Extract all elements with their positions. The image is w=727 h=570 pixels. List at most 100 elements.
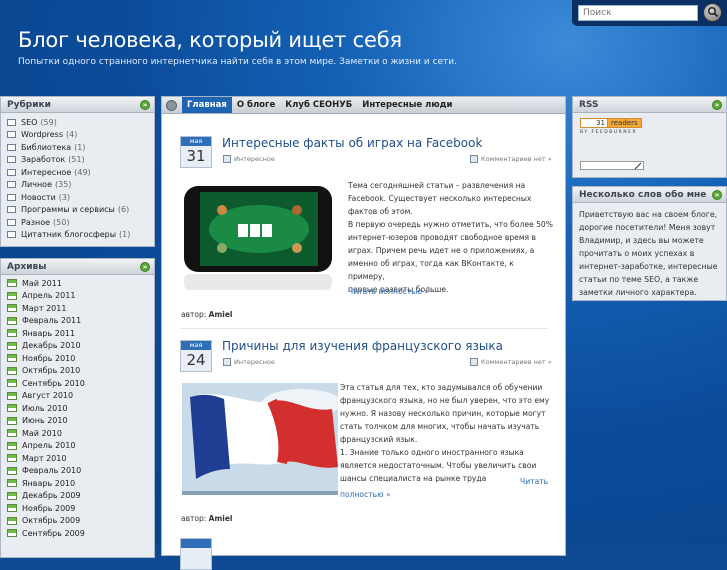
read-more-link[interactable]: Читать полностью »	[348, 285, 429, 298]
feedburner-badge[interactable]: 31 readers	[580, 118, 642, 128]
archive-label[interactable]: Сентябрь 2009	[22, 529, 85, 538]
archive-label[interactable]: Ноябрь 2009	[22, 504, 75, 513]
archive-item[interactable]: Январь 2010	[7, 477, 154, 490]
archive-label[interactable]: Июль 2010	[22, 404, 67, 413]
readers-count: 31	[580, 118, 608, 128]
archive-item[interactable]: Ноябрь 2009	[7, 502, 154, 515]
rss-subscribe-field[interactable]	[580, 161, 644, 170]
rubric-label[interactable]: Разное	[21, 218, 50, 227]
archive-item[interactable]: Май 2010	[7, 427, 154, 440]
archive-label[interactable]: Сентябрь 2010	[22, 379, 85, 388]
rubric-label[interactable]: Новости	[21, 193, 56, 202]
archive-label[interactable]: Январь 2011	[22, 329, 75, 338]
rubric-item[interactable]: Цитатник блогосферы (1)	[7, 229, 154, 242]
archive-item[interactable]: Март 2010	[7, 452, 154, 465]
tab-people[interactable]: Интересные люди	[357, 97, 457, 113]
rubric-count: (49)	[74, 167, 91, 177]
post-image-flag[interactable]	[182, 383, 338, 495]
about-header: Несколько слов обо мне »	[573, 187, 726, 203]
archive-item[interactable]: Декабрь 2010	[7, 340, 154, 353]
rubric-label[interactable]: Программы и сервисы	[21, 205, 115, 214]
archive-label[interactable]: Май 2011	[22, 279, 62, 288]
blog-title[interactable]: Блог человека, который ищет себя	[18, 28, 402, 52]
rubric-label[interactable]: Wordpress	[21, 130, 63, 139]
archive-label[interactable]: Декабрь 2009	[22, 491, 81, 500]
post-image-phone[interactable]	[182, 180, 342, 296]
archive-item[interactable]: Декабрь 2009	[7, 490, 154, 503]
rubric-item[interactable]: Интересное (49)	[7, 166, 154, 179]
archive-item[interactable]: Январь 2011	[7, 327, 154, 340]
post-category[interactable]: Интересное	[223, 358, 275, 366]
archive-item[interactable]: Март 2011	[7, 302, 154, 315]
archive-item[interactable]: Ноябрь 2010	[7, 352, 154, 365]
archive-label[interactable]: Февраль 2010	[22, 466, 81, 475]
excerpt-line: именно об играх, тогда как ВКонтакте, к …	[348, 259, 514, 281]
tab-about[interactable]: О блоге	[232, 97, 280, 113]
archive-item[interactable]: Июнь 2010	[7, 415, 154, 428]
rubric-item[interactable]: Заработок (51)	[7, 154, 154, 167]
collapse-icon[interactable]: »	[140, 262, 150, 272]
archive-item[interactable]: Октябрь 2009	[7, 515, 154, 528]
search-button[interactable]	[703, 3, 722, 22]
comment-icon	[470, 155, 478, 163]
calendar-icon	[7, 304, 17, 313]
archive-item[interactable]: Август 2010	[7, 390, 154, 403]
rubric-label[interactable]: Личное	[21, 180, 52, 189]
rubric-item[interactable]: Wordpress (4)	[7, 129, 154, 142]
rubric-item[interactable]: Программы и сервисы (6)	[7, 204, 154, 217]
archive-item[interactable]: Сентябрь 2009	[7, 527, 154, 540]
rubric-item[interactable]: SEO (59)	[7, 116, 154, 129]
archive-item[interactable]: Апрель 2011	[7, 290, 154, 303]
post-excerpt: Тема сегодняшней статьи – развлечения на…	[348, 179, 553, 296]
search-input[interactable]	[578, 5, 698, 21]
post-title[interactable]: Причины для изучения французского языка	[222, 339, 503, 353]
archive-label[interactable]: Март 2010	[22, 454, 66, 463]
archive-label[interactable]: Декабрь 2010	[22, 341, 81, 350]
post-category[interactable]: Интересное	[223, 155, 275, 163]
collapse-icon[interactable]: »	[712, 190, 722, 200]
author-name[interactable]: Amiel	[209, 514, 233, 523]
post-title[interactable]: Интересные факты об играх на Facebook	[222, 136, 482, 150]
archive-label[interactable]: Январь 2010	[22, 479, 75, 488]
archive-label[interactable]: Август 2010	[22, 391, 73, 400]
post-comments[interactable]: Комментариев нет »	[470, 155, 552, 163]
tab-home[interactable]: Главная	[182, 97, 232, 113]
archive-label[interactable]: Октябрь 2010	[22, 366, 80, 375]
rubric-item[interactable]: Библиотека (1)	[7, 141, 154, 154]
archive-item[interactable]: Апрель 2010	[7, 440, 154, 453]
rubric-item[interactable]: Личное (35)	[7, 179, 154, 192]
rubric-label[interactable]: Интересное	[21, 168, 71, 177]
archive-label[interactable]: Апрель 2010	[22, 441, 75, 450]
archives-widget: Архивы » Май 2011 Апрель 2011 Март 2011 Февр…	[0, 258, 155, 558]
rubric-label[interactable]: Библиотека	[21, 143, 71, 152]
collapse-icon[interactable]: »	[712, 100, 722, 110]
read-more-link[interactable]: Читать	[520, 475, 548, 488]
collapse-icon[interactable]: »	[140, 100, 150, 110]
rubric-label[interactable]: Заработок	[21, 155, 65, 164]
rubric-count: (3)	[58, 192, 71, 202]
author-name[interactable]: Amiel	[209, 310, 233, 319]
archive-label[interactable]: Февраль 2011	[22, 316, 81, 325]
archive-label[interactable]: Ноябрь 2010	[22, 354, 75, 363]
archive-label[interactable]: Март 2011	[22, 304, 66, 313]
archive-item[interactable]: Июль 2010	[7, 402, 154, 415]
home-icon[interactable]	[166, 99, 177, 111]
archive-label[interactable]: Апрель 2011	[22, 291, 75, 300]
archive-label[interactable]: Май 2010	[22, 429, 62, 438]
rubric-item[interactable]: Разное (50)	[7, 216, 154, 229]
read-more-link-cont[interactable]: полностью »	[340, 488, 391, 501]
archive-label[interactable]: Октябрь 2009	[22, 516, 80, 525]
rubric-label[interactable]: SEO	[21, 118, 37, 127]
archive-item[interactable]: Сентябрь 2010	[7, 377, 154, 390]
excerpt-line: французский язык.	[340, 435, 418, 444]
post-comments[interactable]: Комментариев нет »	[470, 358, 552, 366]
archive-item[interactable]: Октябрь 2010	[7, 365, 154, 378]
rubric-label[interactable]: Цитатник блогосферы	[21, 230, 116, 239]
rubric-item[interactable]: Новости (3)	[7, 191, 154, 204]
archive-item[interactable]: Февраль 2010	[7, 465, 154, 478]
archive-label[interactable]: Июнь 2010	[22, 416, 68, 425]
tab-club[interactable]: Клуб СЕОНУБ	[280, 97, 357, 113]
archive-item[interactable]: Май 2011	[7, 277, 154, 290]
archive-item[interactable]: Февраль 2011	[7, 315, 154, 328]
flag-image	[182, 383, 338, 495]
